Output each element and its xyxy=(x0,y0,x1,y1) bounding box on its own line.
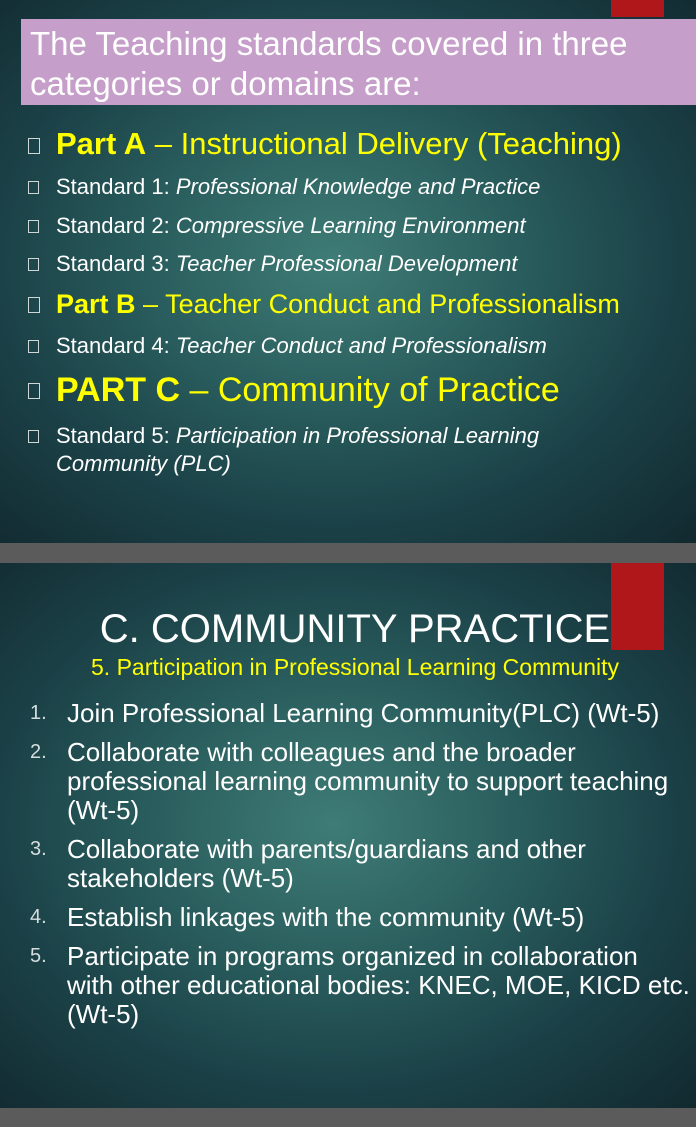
standard-label: Standard 2: xyxy=(56,213,170,238)
standard-5-text: Standard 5: Participation in Professiona… xyxy=(56,423,539,449)
part-c-row: PART C – Community of Practice xyxy=(0,370,696,412)
part-label: Part A xyxy=(56,126,147,161)
part-title: – Instructional Delivery (Teaching) xyxy=(146,126,622,161)
bullet-icon xyxy=(28,383,40,399)
list-number: 1. xyxy=(30,702,47,724)
standard-title: Participation in Professional Learning xyxy=(175,423,540,448)
list-item: 2. Collaborate with colleagues and the b… xyxy=(30,738,690,825)
standard-title: Teacher Professional Development xyxy=(175,251,518,276)
list-item-text: Participate in programs organized in col… xyxy=(67,941,690,1029)
bullet-icon xyxy=(28,181,39,194)
list-item: 1. Join Professional Learning Community(… xyxy=(30,699,690,728)
slide-title: C. COMMUNITY PRACTICE xyxy=(99,607,611,651)
part-label: Part B xyxy=(56,289,136,319)
standard-label: Standard 3: xyxy=(56,251,176,276)
list-number: 5. xyxy=(30,945,47,967)
list-item: 3. Collaborate with parents/guardians an… xyxy=(30,835,690,893)
slide-heading: The Teaching standards covered in three … xyxy=(30,25,628,102)
part-a-row: Part A – Instructional Delivery (Teachin… xyxy=(0,126,696,166)
standard-4-row: Standard 4: Teacher Conduct and Professi… xyxy=(0,333,696,361)
list-number: 2. xyxy=(30,741,47,763)
standard-3-text: Standard 3: Teacher Professional Develop… xyxy=(56,251,517,277)
slide-teaching-standards: The Teaching standards covered in three … xyxy=(0,0,696,543)
list-item-text: Collaborate with colleagues and the broa… xyxy=(67,737,669,825)
bullet-icon xyxy=(28,297,40,313)
part-a-text: Part A – Instructional Delivery (Teachin… xyxy=(56,126,622,162)
numbered-list: 1. Join Professional Learning Community(… xyxy=(30,699,690,1039)
standard-1-text: Standard 1: Professional Knowledge and P… xyxy=(56,174,540,200)
list-item-text: Join Professional Learning Community(PLC… xyxy=(67,698,660,728)
red-accent-tab xyxy=(611,0,664,17)
standard-label: Standard 4: xyxy=(56,333,176,358)
slide-subtitle: 5. Participation in Professional Learnin… xyxy=(91,654,619,680)
standard-5-row: Standard 5: Participation in Professiona… xyxy=(0,423,696,479)
bullet-icon xyxy=(28,138,40,154)
list-item-text: Collaborate with parents/guardians and o… xyxy=(67,834,586,893)
part-label: PART C xyxy=(56,371,181,409)
slide-community-practice: C. COMMUNITY PRACTICE 5. Participation i… xyxy=(0,563,696,1108)
standard-3-row: Standard 3: Teacher Professional Develop… xyxy=(0,251,696,279)
list-item-text: Establish linkages with the community (W… xyxy=(67,902,585,932)
part-c-text: PART C – Community of Practice xyxy=(56,370,560,410)
standard-title-continued: Community (PLC) xyxy=(56,451,231,476)
list-number: 4. xyxy=(30,906,47,928)
standard-title: Professional Knowledge and Practice xyxy=(175,174,541,199)
standard-title: Compressive Learning Environment xyxy=(169,213,526,238)
standard-4-text: Standard 4: Teacher Conduct and Professi… xyxy=(56,333,547,359)
standard-title: Teacher Conduct and Professionalism xyxy=(175,333,547,358)
part-title: – Teacher Conduct and Professionalism xyxy=(135,289,620,319)
list-number: 3. xyxy=(30,838,47,860)
bullet-icon xyxy=(28,340,39,353)
bullet-icon xyxy=(28,430,39,443)
part-title: – Community of Practice xyxy=(180,371,560,409)
standard-label: Standard 5: xyxy=(56,423,176,448)
part-b-row: Part B – Teacher Conduct and Professiona… xyxy=(0,288,696,322)
standard-1-row: Standard 1: Professional Knowledge and P… xyxy=(0,174,696,202)
part-b-text: Part B – Teacher Conduct and Professiona… xyxy=(56,288,620,320)
standard-2-row: Standard 2: Compressive Learning Environ… xyxy=(0,213,696,241)
standard-2-text: Standard 2: Compressive Learning Environ… xyxy=(56,213,526,239)
bullet-icon xyxy=(28,220,39,233)
list-item: 5. Participate in programs organized in … xyxy=(30,942,690,1029)
bullet-icon xyxy=(28,258,39,271)
standard-label: Standard 1: xyxy=(56,174,176,199)
list-item: 4. Establish linkages with the community… xyxy=(30,903,690,932)
